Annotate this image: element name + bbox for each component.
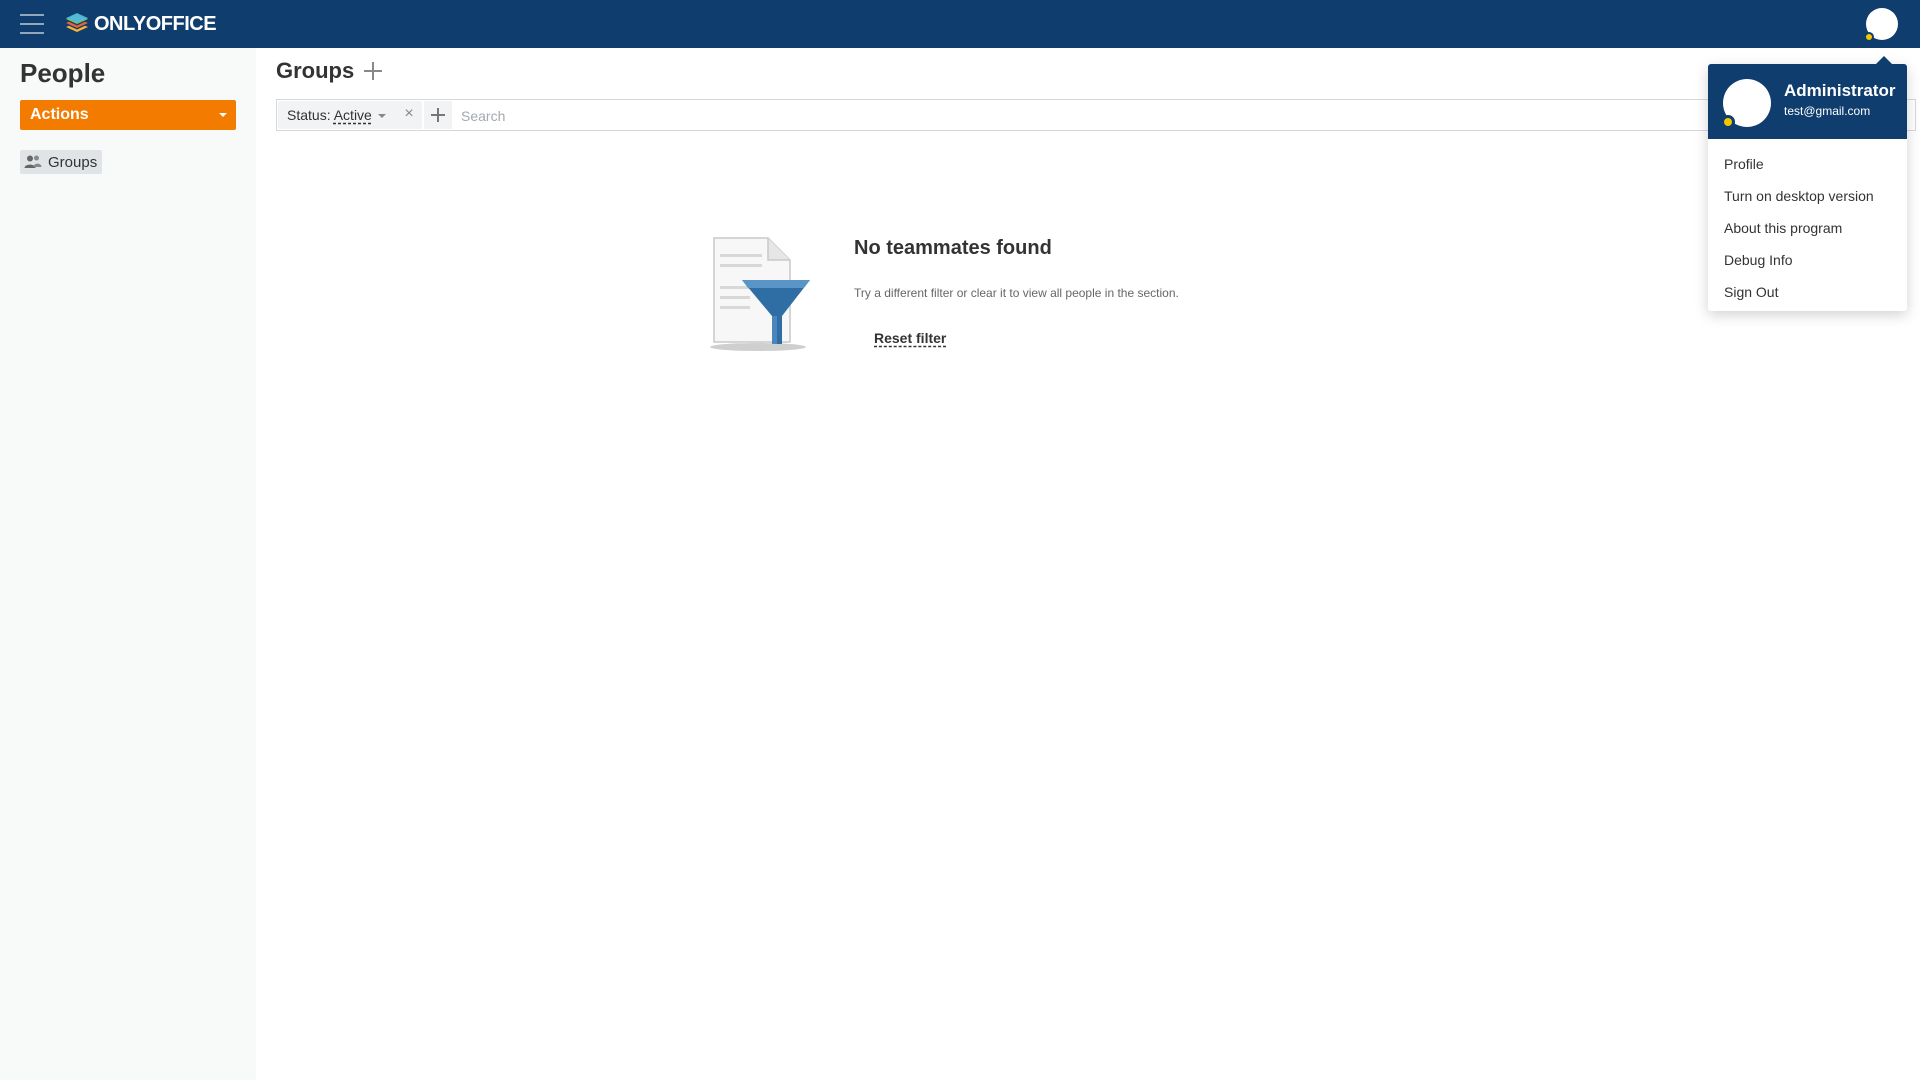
- menu-item-sign-out[interactable]: Sign Out: [1708, 276, 1907, 308]
- status-filter-chip[interactable]: Status: Active ×: [278, 101, 422, 129]
- status-filter-label[interactable]: Status: Active: [287, 107, 372, 123]
- close-icon[interactable]: ×: [400, 105, 418, 123]
- empty-filter-icon: [710, 237, 810, 351]
- sidebar-item-groups[interactable]: Groups: [20, 150, 103, 174]
- profile-avatar[interactable]: [1721, 79, 1771, 129]
- menu-icon[interactable]: [20, 12, 44, 36]
- menu-item-about[interactable]: About this program: [1708, 212, 1907, 244]
- status-filter-key: Status:: [287, 107, 331, 123]
- status-dot: [1864, 32, 1874, 42]
- menu-item-desktop-version[interactable]: Turn on desktop version: [1708, 180, 1907, 212]
- menu-item-profile[interactable]: Profile: [1708, 148, 1907, 180]
- status-filter-value[interactable]: Active: [334, 107, 372, 123]
- search-input[interactable]: [459, 101, 1903, 131]
- sidebar-item-label: Groups: [48, 153, 98, 171]
- caret-down-icon[interactable]: [378, 114, 386, 118]
- onlyoffice-logo[interactable]: ONLYOFFICE: [64, 10, 217, 38]
- empty-state-title: No teammates found: [854, 237, 1052, 259]
- profile-dropdown: Administrator test@gmail.com Profile Tur…: [1708, 56, 1907, 311]
- add-group-button[interactable]: [364, 62, 382, 80]
- caret-down-icon: [219, 113, 227, 117]
- menu-item-debug-info[interactable]: Debug Info: [1708, 244, 1907, 276]
- empty-state-description: Try a different filter or clear it to vi…: [854, 286, 1179, 300]
- add-filter-button[interactable]: [424, 101, 452, 129]
- reset-filter-link[interactable]: Reset filter: [874, 330, 946, 346]
- status-dot: [1721, 115, 1735, 129]
- sidebar: People Actions Groups: [0, 48, 256, 1080]
- groups-icon: [24, 155, 42, 168]
- filter-bar: Status: Active ×: [276, 99, 1916, 131]
- actions-label: Actions: [30, 106, 89, 123]
- actions-button[interactable]: Actions: [20, 100, 236, 130]
- profile-menu: Profile Turn on desktop version About th…: [1708, 139, 1907, 308]
- logo-layers-icon: [66, 13, 88, 32]
- profile-name[interactable]: Administrator: [1784, 81, 1895, 101]
- top-bar: ONLYOFFICE: [0, 0, 1920, 48]
- user-avatar[interactable]: [1864, 8, 1898, 42]
- module-title: People: [20, 58, 106, 88]
- brand-name: ONLYOFFICE: [94, 12, 217, 35]
- dropdown-arrow: [1876, 56, 1892, 64]
- profile-email: test@gmail.com: [1784, 104, 1871, 118]
- page-title: Groups: [276, 58, 355, 83]
- profile-header: Administrator test@gmail.com: [1708, 64, 1907, 139]
